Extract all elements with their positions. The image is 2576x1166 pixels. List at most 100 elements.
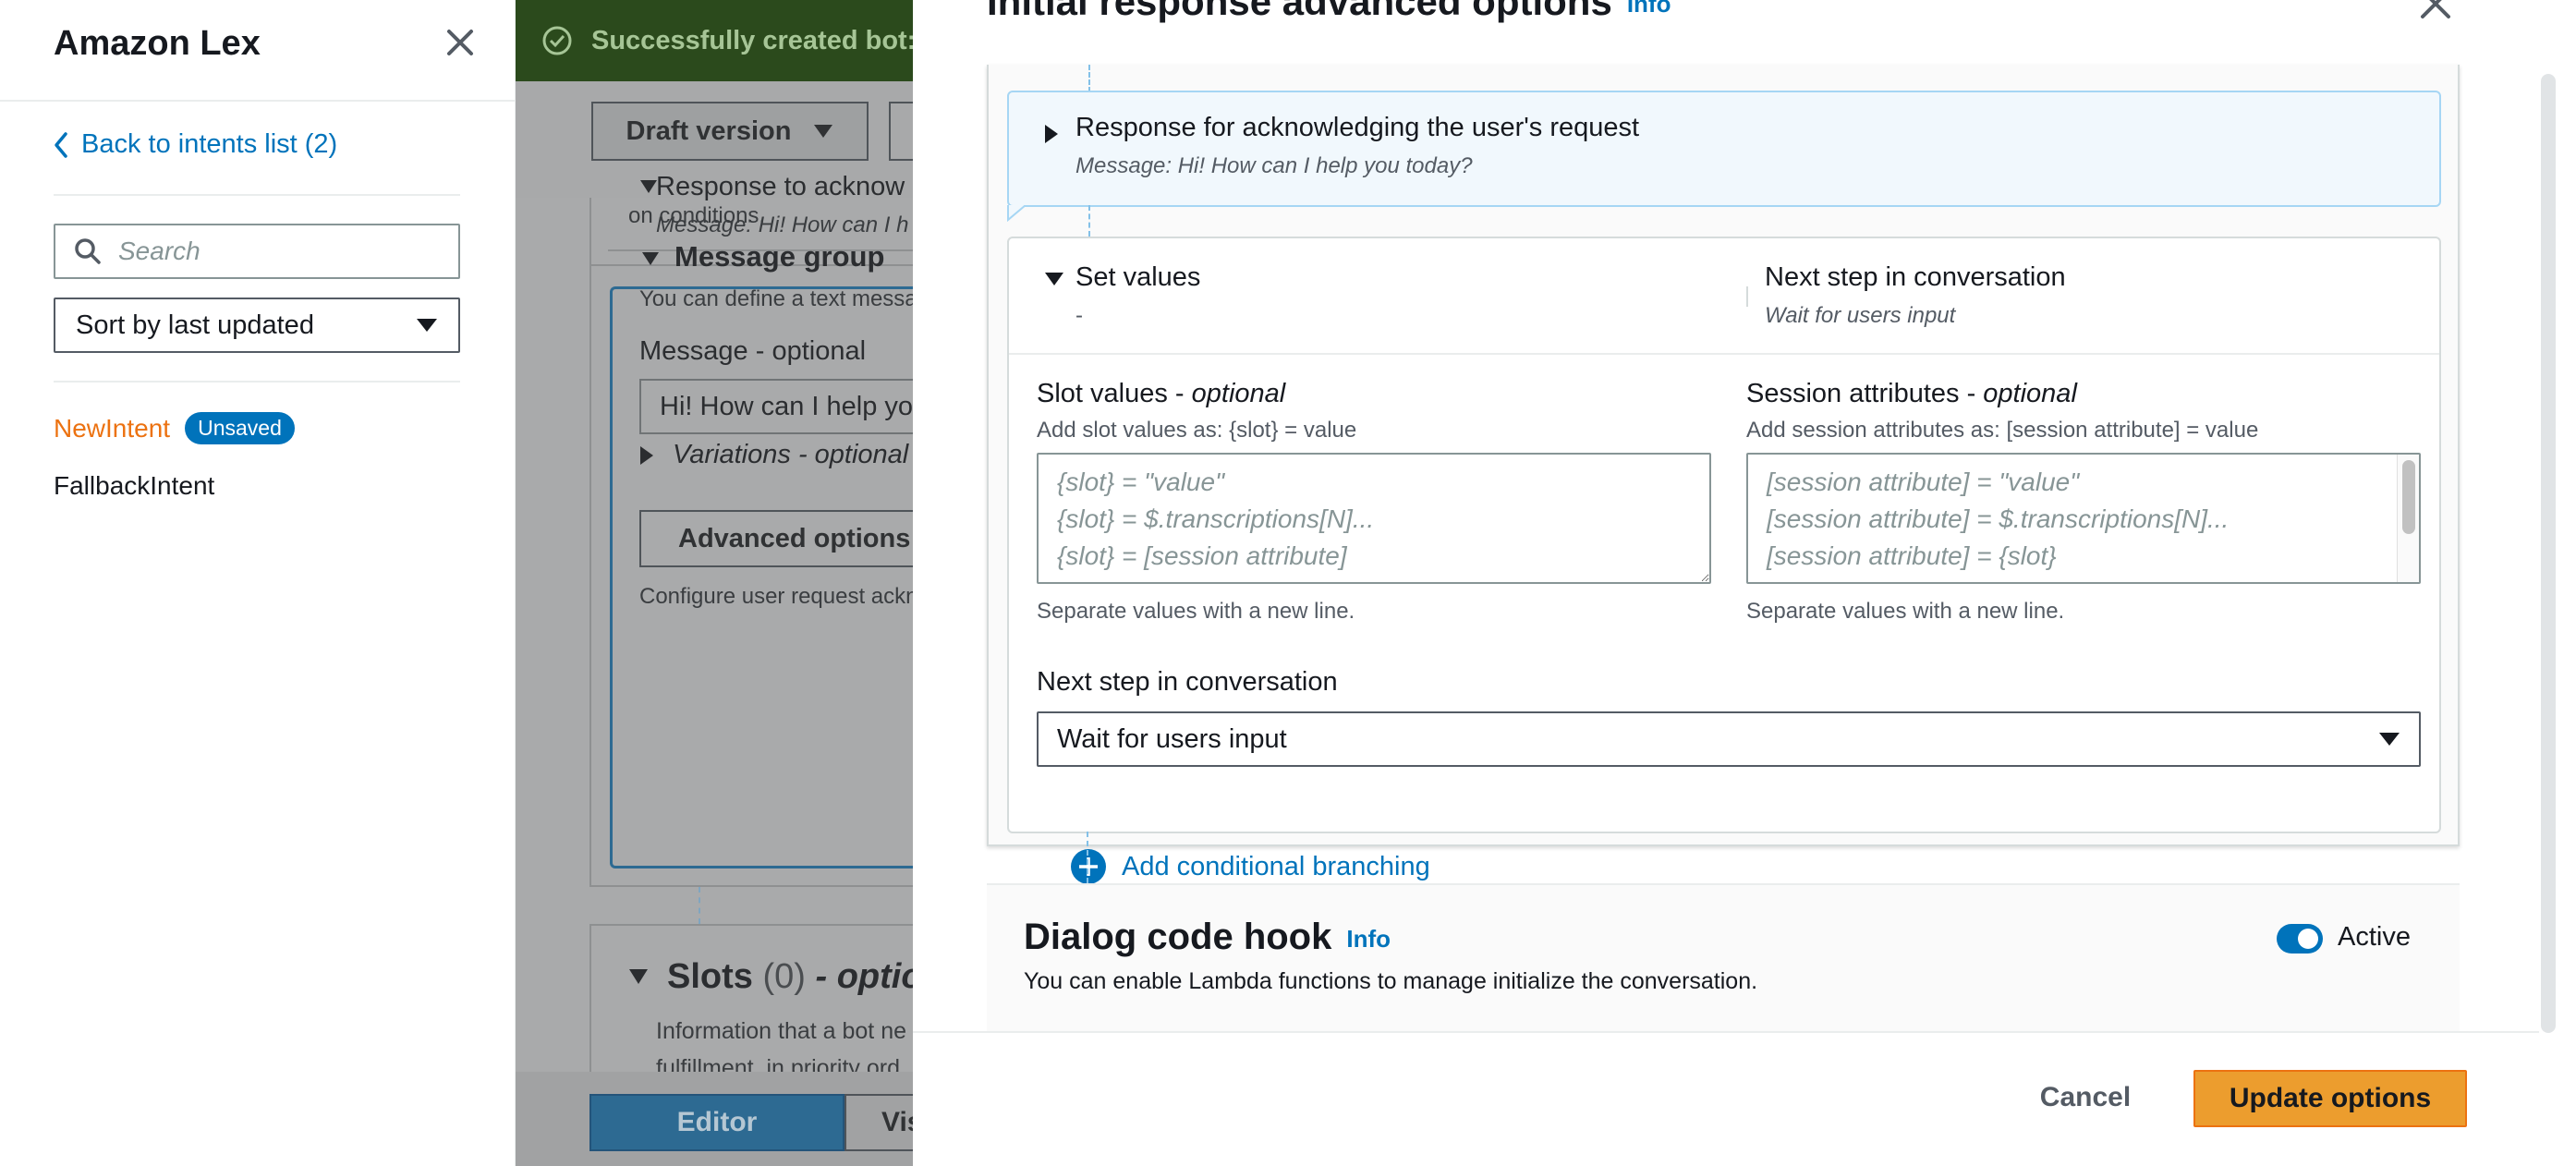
- info-link[interactable]: Info: [1346, 925, 1391, 953]
- expand-caret: [639, 179, 658, 199]
- session-attributes-textarea[interactable]: [1748, 455, 2395, 582]
- add-conditional-branching-link[interactable]: Add conditional branching: [1070, 848, 1430, 885]
- expand-caret: [628, 968, 649, 990]
- response-card[interactable]: Response for acknowledging the user's re…: [1007, 91, 2441, 207]
- sidebar-title: Amazon Lex: [54, 24, 261, 63]
- cancel-button[interactable]: Cancel: [2035, 1070, 2136, 1125]
- message-group-desc: You can define a text messa: [639, 286, 913, 311]
- set-values-title: Set values: [1075, 262, 1201, 292]
- background-page-overlay: Successfully created bot: C Draft versio…: [516, 0, 913, 1166]
- optional-tag: optional: [1191, 379, 1286, 408]
- check-circle-icon: [542, 26, 572, 55]
- sort-select-value: Sort by last updated: [76, 310, 314, 340]
- slots-title: Slots (0) - optional: [667, 957, 913, 997]
- flow-connector: [1088, 65, 1090, 92]
- tab-editor: Editor: [589, 1094, 844, 1151]
- caret-down-icon[interactable]: [1044, 272, 1064, 286]
- caret-right-icon[interactable]: [1044, 124, 1059, 144]
- intent-name[interactable]: NewIntent: [54, 414, 170, 443]
- toolbar-button: [889, 102, 913, 161]
- set-values-summary: -: [1075, 303, 1083, 328]
- advanced-options-button: Advanced options: [639, 510, 913, 567]
- speech-bubble-tail: [1007, 205, 1027, 222]
- modal-title: Initial response advanced options Info: [987, 0, 1671, 24]
- scrollbar-thumb[interactable]: [2402, 460, 2415, 534]
- tab-visual-builder: Vis: [844, 1094, 913, 1151]
- slots-section: Slots (0) - optional Information that a …: [589, 924, 913, 1081]
- slots-optional: - optional: [815, 957, 913, 996]
- session-attributes-description: Add session attributes as: [session attr…: [1746, 418, 2259, 443]
- intent-list-item[interactable]: FallbackIntent: [54, 471, 214, 501]
- session-attributes-label-text: Session attributes -: [1746, 379, 1984, 408]
- variations-label: Variations - optional: [673, 440, 909, 469]
- optional-tag: optional: [1983, 379, 2077, 408]
- plus-circle-icon: [1071, 849, 1106, 884]
- add-conditional-branching-label: Add conditional branching: [1122, 851, 1430, 881]
- editor-tabs: Editor Vis: [516, 1072, 913, 1166]
- close-icon: [447, 30, 473, 55]
- divider: [1746, 286, 1748, 307]
- slots-title-text: Slots: [667, 957, 753, 996]
- next-step-label: Next step in conversation: [1037, 667, 1338, 697]
- caret-down-icon: [629, 969, 648, 984]
- success-banner: Successfully created bot: C: [516, 0, 913, 81]
- textarea-scrollbar[interactable]: [2397, 455, 2419, 582]
- active-toggle-label: Active: [2338, 922, 2411, 952]
- close-sidebar-button[interactable]: [442, 24, 479, 61]
- caret-down-icon: [642, 252, 659, 265]
- info-link[interactable]: Info: [1627, 0, 1671, 18]
- intent-search-field[interactable]: [54, 224, 460, 279]
- active-toggle[interactable]: [2277, 924, 2323, 953]
- caret-down-icon: [814, 125, 833, 138]
- message-group-title: Message group: [674, 240, 885, 273]
- divider: [54, 381, 460, 383]
- session-attributes-help: Separate values with a new line.: [1746, 599, 2065, 624]
- update-options-button[interactable]: Update options: [2193, 1070, 2467, 1127]
- search-input[interactable]: [118, 237, 451, 266]
- divider: [1009, 353, 2439, 355]
- advanced-options-modal: Initial response advanced options Info Re…: [913, 0, 2576, 1166]
- close-modal-button[interactable]: [2419, 0, 2452, 25]
- flow-connector: [1088, 205, 1090, 237]
- caret-down-icon: [640, 180, 657, 193]
- next-step-select[interactable]: Wait for users input: [1037, 711, 2421, 767]
- divider: [54, 194, 460, 196]
- variations-toggle: Variations - optional: [639, 440, 908, 470]
- message-input: Hi! How can I help you: [639, 379, 913, 434]
- modal-title-text: Initial response advanced options: [987, 0, 1612, 23]
- next-step-title: Next step in conversation: [1765, 262, 2066, 292]
- flow-connector: [1087, 832, 1088, 883]
- session-attributes-label: Session attributes - optional: [1746, 379, 2077, 409]
- sort-select[interactable]: Sort by last updated: [54, 298, 460, 353]
- dialog-code-hook-title-text: Dialog code hook: [1024, 917, 1332, 957]
- intents-sidebar: Amazon Lex Back to intents list (2) Sort…: [0, 0, 516, 1166]
- response-card-message: Message: Hi! How can I help you today?: [1075, 153, 1473, 178]
- session-attributes-field: [1746, 453, 2421, 584]
- response-options-panel: Response for acknowledging the user's re…: [987, 65, 2460, 884]
- expand-caret: [641, 251, 660, 271]
- slots-count: (0): [762, 957, 806, 996]
- chevron-left-icon: [55, 131, 67, 158]
- set-values-card: Set values - Next step in conversation W…: [1007, 237, 2441, 833]
- search-icon: [75, 238, 101, 264]
- slot-values-help: Separate values with a new line.: [1037, 599, 1355, 624]
- message-label: Message - optional: [639, 336, 866, 367]
- divider: [913, 1031, 2539, 1033]
- configure-text: Configure user request ackn: [639, 584, 913, 609]
- back-to-intents-link[interactable]: Back to intents list (2): [54, 129, 337, 160]
- slots-desc-line: Information that a bot ne: [656, 1018, 907, 1044]
- modal-scrollbar[interactable]: [2541, 74, 2556, 1033]
- unsaved-badge: Unsaved: [185, 412, 295, 444]
- slot-values-textarea[interactable]: [1037, 453, 1711, 584]
- slot-values-label: Slot values - optional: [1037, 379, 1285, 409]
- close-icon: [2421, 0, 2450, 18]
- divider: [0, 100, 516, 102]
- slot-values-label-text: Slot values -: [1037, 379, 1192, 408]
- version-select-value: Draft version: [626, 115, 792, 146]
- flow-connector: [699, 887, 700, 924]
- intent-list-item[interactable]: NewIntent Unsaved: [54, 412, 295, 444]
- response-title: Response to acknow: [656, 172, 905, 201]
- success-banner-text: Successfully created bot: C: [591, 25, 913, 55]
- back-link-label: Back to intents list (2): [81, 129, 338, 159]
- slot-values-description: Add slot values as: {slot} = value: [1037, 418, 1357, 443]
